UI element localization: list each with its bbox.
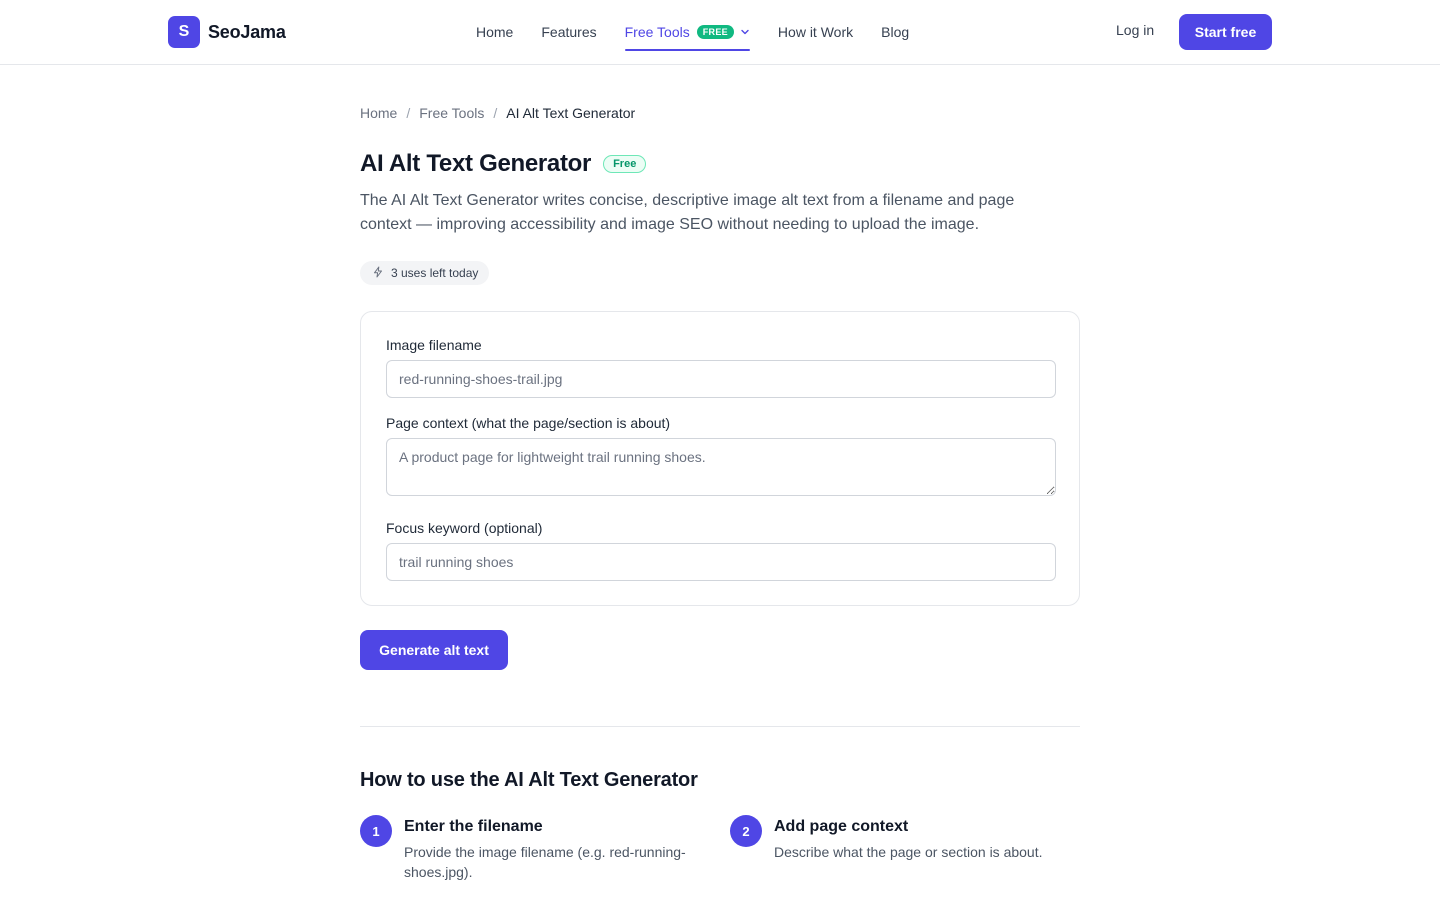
uses-left-text: 3 uses left today: [391, 266, 479, 280]
nav-free-tools-label: Free Tools: [624, 24, 690, 40]
context-label: Page context (what the page/section is a…: [386, 415, 671, 431]
main-nav: Home Features Free Tools FREE How it Wor…: [476, 0, 909, 64]
breadcrumb-free-tools[interactable]: Free Tools: [419, 105, 484, 121]
breadcrumb: Home / Free Tools / AI Alt Text Generato…: [360, 105, 635, 121]
step-number: 2: [730, 815, 762, 847]
nav-features[interactable]: Features: [541, 0, 596, 64]
step-title: Enter the filename: [404, 818, 543, 835]
page-description: The AI Alt Text Generator writes concise…: [360, 192, 1015, 233]
chevron-down-icon: [740, 27, 750, 37]
nav-blog[interactable]: Blog: [881, 0, 909, 64]
keyword-input[interactable]: [386, 543, 1056, 581]
howto-title: How to use the AI Alt Text Generator: [360, 769, 698, 791]
uses-left-badge: 3 uses left today: [360, 261, 490, 285]
section-divider: [360, 726, 1080, 727]
logo[interactable]: S SeoJama: [168, 16, 286, 48]
breadcrumb-current: AI Alt Text Generator: [506, 105, 636, 121]
step-text: Provide the image filename (e.g. red-run…: [404, 844, 686, 880]
site-header: S SeoJama Home Features Free Tools FREE …: [0, 0, 1440, 65]
free-badge: Free: [603, 155, 647, 173]
login-link[interactable]: Log in: [1116, 22, 1154, 38]
step-text: Describe what the page or section is abo…: [774, 844, 1043, 860]
breadcrumb-separator: /: [493, 105, 498, 121]
nav-how-it-work[interactable]: How it Work: [778, 0, 853, 64]
nav-free-tools[interactable]: Free Tools FREE: [624, 0, 751, 64]
filename-input[interactable]: [386, 360, 1056, 398]
filename-label: Image filename: [386, 337, 482, 353]
generate-alt-text-button[interactable]: Generate alt text: [360, 630, 508, 670]
breadcrumb-separator: /: [406, 105, 411, 121]
step-title: Add page context: [774, 818, 909, 835]
title-row: AI Alt Text Generator Free: [360, 150, 647, 178]
generator-form: Image filename Page context (what the pa…: [360, 311, 1080, 606]
breadcrumb-home[interactable]: Home: [360, 105, 397, 121]
start-free-button[interactable]: Start free: [1179, 14, 1272, 50]
page-title: AI Alt Text Generator: [360, 150, 592, 177]
brand-name: SeoJama: [208, 21, 286, 42]
nav-home[interactable]: Home: [476, 0, 513, 64]
context-textarea[interactable]: [386, 438, 1056, 496]
nav-free-badge: FREE: [696, 25, 734, 39]
step-number: 1: [360, 815, 392, 847]
logo-mark: S: [168, 16, 200, 48]
keyword-label: Focus keyword (optional): [386, 520, 543, 536]
lightning-icon: [372, 266, 384, 281]
